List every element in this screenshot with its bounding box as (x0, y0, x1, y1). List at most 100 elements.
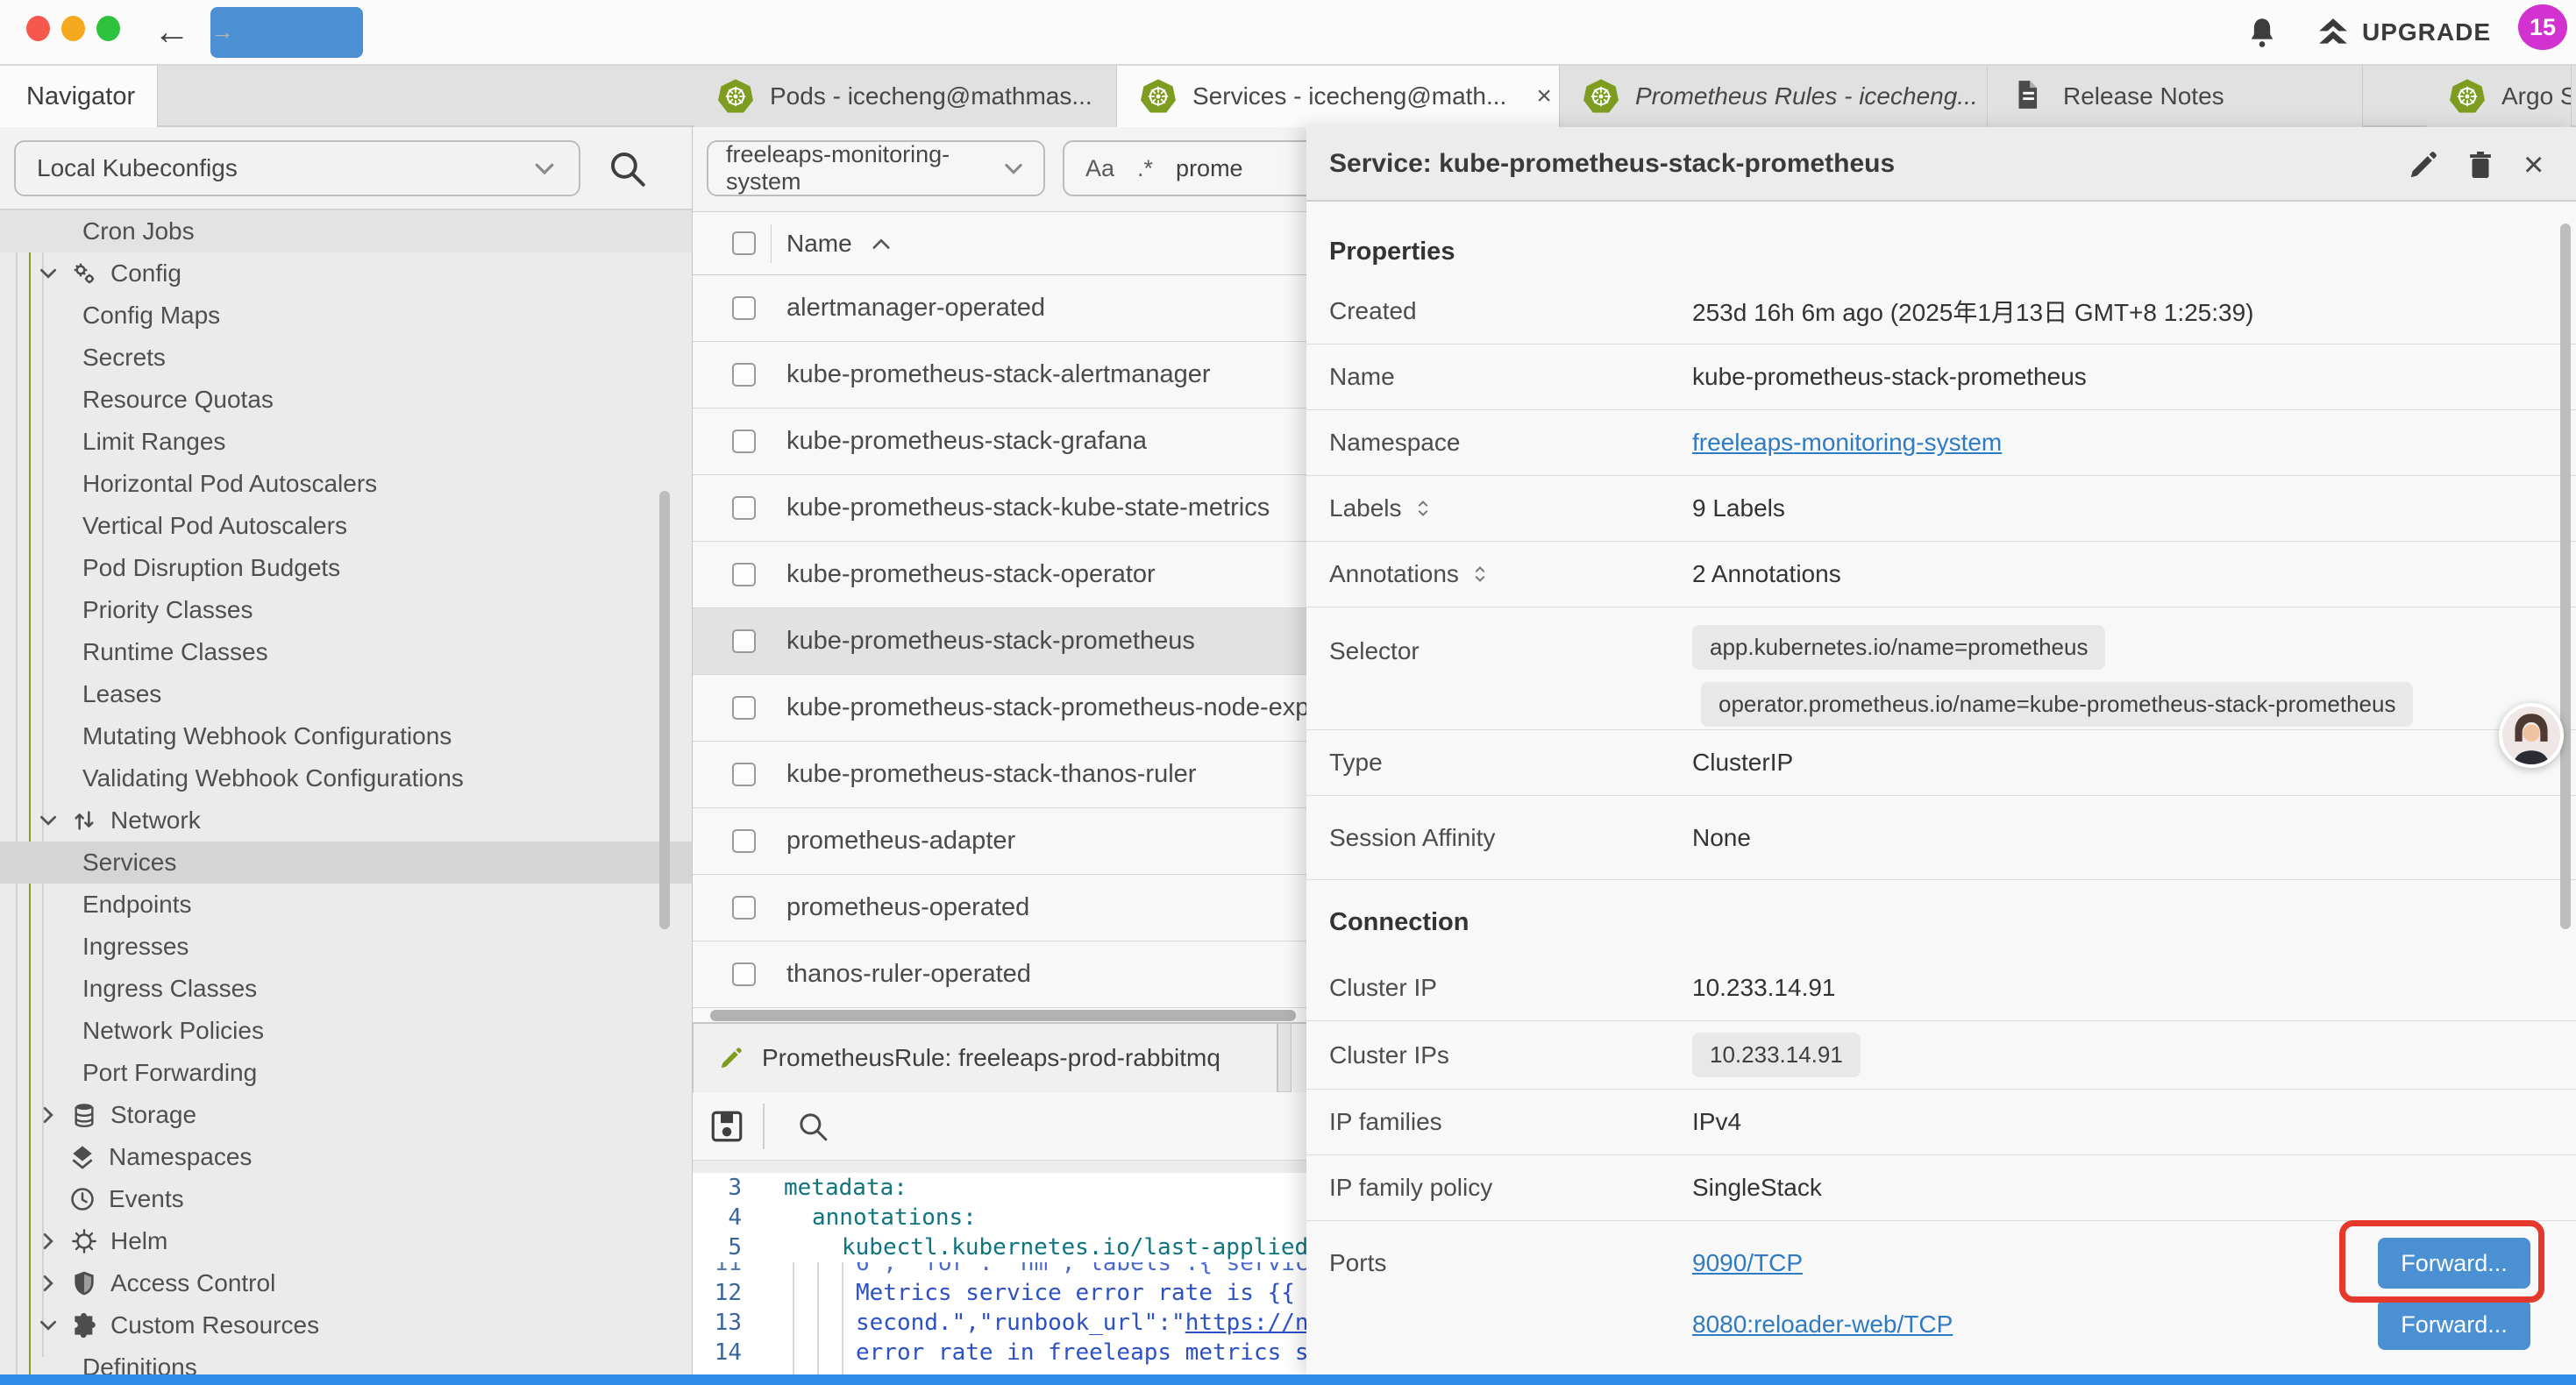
sidebar-item-config-maps[interactable]: Config Maps (0, 295, 693, 337)
back-button[interactable]: ← (153, 7, 190, 56)
detail-panel-scrollbar[interactable] (2560, 224, 2571, 929)
table-row[interactable]: alertmanager-operated (693, 275, 1306, 342)
notification-badge[interactable]: 15 (2518, 4, 2567, 50)
notifications-bell-icon[interactable] (2245, 14, 2280, 53)
sidebar-item-ingresses[interactable]: Ingresses (0, 926, 693, 968)
sidebar-item-priority-classes[interactable]: Priority Classes (0, 589, 693, 631)
row-checkbox[interactable] (732, 696, 756, 720)
sidebar-item-runtime-classes[interactable]: Runtime Classes (0, 631, 693, 673)
sidebar-scrollbar[interactable] (659, 491, 670, 929)
regex-icon[interactable]: .* (1137, 155, 1153, 182)
sort-toggle-icon[interactable] (1471, 564, 1489, 585)
table-row[interactable]: kube-prometheus-stack-thanos-ruler (693, 742, 1306, 808)
port-link[interactable]: 8080:reloader-web/TCP (1692, 1310, 1953, 1339)
sidebar-item-mutating-webhook-configurations[interactable]: Mutating Webhook Configurations (0, 715, 693, 757)
chevron-down-icon[interactable] (37, 1314, 60, 1337)
table-row[interactable]: kube-prometheus-stack-kube-state-metrics (693, 475, 1306, 542)
sidebar-item-label: Vertical Pod Autoscalers (82, 512, 347, 540)
sidebar-item-network-policies[interactable]: Network Policies (0, 1010, 693, 1052)
sidebar-item-vertical-pod-autoscalers[interactable]: Vertical Pod Autoscalers (0, 505, 693, 547)
user-avatar[interactable] (2499, 703, 2564, 768)
tab-navigator[interactable]: Navigator (0, 66, 158, 127)
sidebar-search-icon[interactable] (605, 146, 649, 190)
name-column-header[interactable]: Name (786, 230, 852, 258)
match-case-icon[interactable]: Aa (1085, 155, 1114, 182)
tab-services[interactable]: Services - icecheng@math...× (1117, 66, 1560, 127)
sidebar-item-cron-jobs[interactable]: Cron Jobs (0, 210, 693, 252)
sidebar-item-access-control[interactable]: Access Control (0, 1262, 693, 1304)
tab-argo[interactable]: Argo Se (2426, 66, 2572, 127)
sidebar-item-secrets[interactable]: Secrets (0, 337, 693, 379)
sidebar-item-storage[interactable]: Storage (0, 1094, 693, 1136)
port-link[interactable]: 9090/TCP (1692, 1249, 1803, 1277)
namespace-link[interactable]: freeleaps-monitoring-system (1692, 429, 2002, 457)
sidebar-item-config[interactable]: Config (0, 252, 693, 295)
sidebar-item-endpoints[interactable]: Endpoints (0, 884, 693, 926)
table-row[interactable]: thanos-ruler-operated (693, 941, 1306, 1008)
row-checkbox[interactable] (732, 962, 756, 986)
sidebar-item-port-forwarding[interactable]: Port Forwarding (0, 1052, 693, 1094)
chevron-right-icon[interactable] (37, 1272, 60, 1295)
forward-button[interactable]: Forward... (2378, 1299, 2530, 1350)
sidebar-item-limit-ranges[interactable]: Limit Ranges (0, 421, 693, 463)
table-row[interactable]: kube-prometheus-stack-alertmanager (693, 342, 1306, 408)
yaml-editor[interactable]: 3metadata:4annotations:5kubectl.kubernet… (693, 1173, 1306, 1374)
table-row[interactable]: prometheus-operated (693, 875, 1306, 941)
save-icon[interactable] (708, 1108, 745, 1145)
sidebar-item-services[interactable]: Services (0, 842, 693, 884)
sidebar-item-ingress-classes[interactable]: Ingress Classes (0, 968, 693, 1010)
close-icon[interactable]: × (2523, 148, 2557, 181)
editor-tab-prometheusrule[interactable]: PrometheusRule: freeleaps-prod-rabbitmq (693, 1024, 1278, 1092)
code-link[interactable]: https://netop (1185, 1310, 1306, 1336)
namespace-select[interactable]: freeleaps-monitoring-system (707, 140, 1045, 196)
chevron-right-icon[interactable] (37, 1230, 60, 1253)
sidebar-item-network[interactable]: Network (0, 799, 693, 842)
sidebar-item-events[interactable]: Events (0, 1178, 693, 1220)
upgrade-button[interactable]: UPGRADE (2316, 12, 2491, 53)
row-checkbox[interactable] (732, 629, 756, 653)
close-tab-icon[interactable]: × (1536, 82, 1552, 111)
select-all-checkbox[interactable] (732, 231, 756, 255)
sidebar-item-pod-disruption-budgets[interactable]: Pod Disruption Budgets (0, 547, 693, 589)
table-row[interactable]: kube-prometheus-stack-operator (693, 542, 1306, 608)
kubeconfig-select[interactable]: Local Kubeconfigs (14, 140, 580, 196)
chevron-right-icon[interactable] (37, 1104, 60, 1126)
sort-toggle-icon[interactable] (1414, 498, 1432, 519)
sort-ascending-icon[interactable] (872, 237, 891, 251)
row-checkbox[interactable] (732, 763, 756, 786)
zoom-window-button[interactable] (96, 16, 120, 41)
row-checkbox[interactable] (732, 296, 756, 320)
close-window-button[interactable] (26, 16, 50, 41)
sidebar-item-resource-quotas[interactable]: Resource Quotas (0, 379, 693, 421)
table-row[interactable]: kube-prometheus-stack-prometheus-node-ex… (693, 675, 1306, 742)
row-checkbox[interactable] (732, 363, 756, 387)
minimize-window-button[interactable] (61, 16, 85, 41)
sidebar-item-custom-resources[interactable]: Custom Resources (0, 1304, 693, 1346)
chevron-down-icon[interactable] (37, 262, 60, 285)
row-checkbox[interactable] (732, 896, 756, 920)
table-row[interactable]: prometheus-adapter (693, 808, 1306, 875)
tab-release-notes[interactable]: Release Notes (1988, 66, 2363, 127)
sidebar-item-validating-webhook-configurations[interactable]: Validating Webhook Configurations (0, 757, 693, 799)
row-checkbox[interactable] (732, 496, 756, 520)
row-checkbox[interactable] (732, 829, 756, 853)
sidebar-item-namespaces[interactable]: Namespaces (0, 1136, 693, 1178)
sidebar-item-leases[interactable]: Leases (0, 673, 693, 715)
delete-icon[interactable] (2464, 148, 2497, 181)
row-checkbox[interactable] (732, 430, 756, 453)
edit-icon[interactable] (2407, 148, 2440, 181)
editor-tab-partial[interactable] (1291, 1024, 1306, 1092)
tab-pods[interactable]: Pods - icecheng@mathmas... (694, 66, 1117, 127)
tab-prometheus-rules[interactable]: Prometheus Rules - icecheng... (1560, 66, 1988, 127)
forward-button[interactable]: → (210, 7, 363, 58)
sidebar-item-horizontal-pod-autoscalers[interactable]: Horizontal Pod Autoscalers (0, 463, 693, 505)
table-row[interactable]: kube-prometheus-stack-prometheus (693, 608, 1306, 675)
sidebar-item-helm[interactable]: Helm (0, 1220, 693, 1262)
chevron-down-icon[interactable] (37, 809, 60, 832)
sidebar-item-definitions[interactable]: Definitions (0, 1346, 693, 1374)
editor-search-icon[interactable] (794, 1108, 831, 1145)
table-row[interactable]: kube-prometheus-stack-grafana (693, 408, 1306, 475)
table-search-input[interactable]: Aa .* prome (1063, 140, 1306, 196)
row-checkbox[interactable] (732, 563, 756, 586)
table-horizontal-scrollbar[interactable] (710, 1010, 1296, 1021)
